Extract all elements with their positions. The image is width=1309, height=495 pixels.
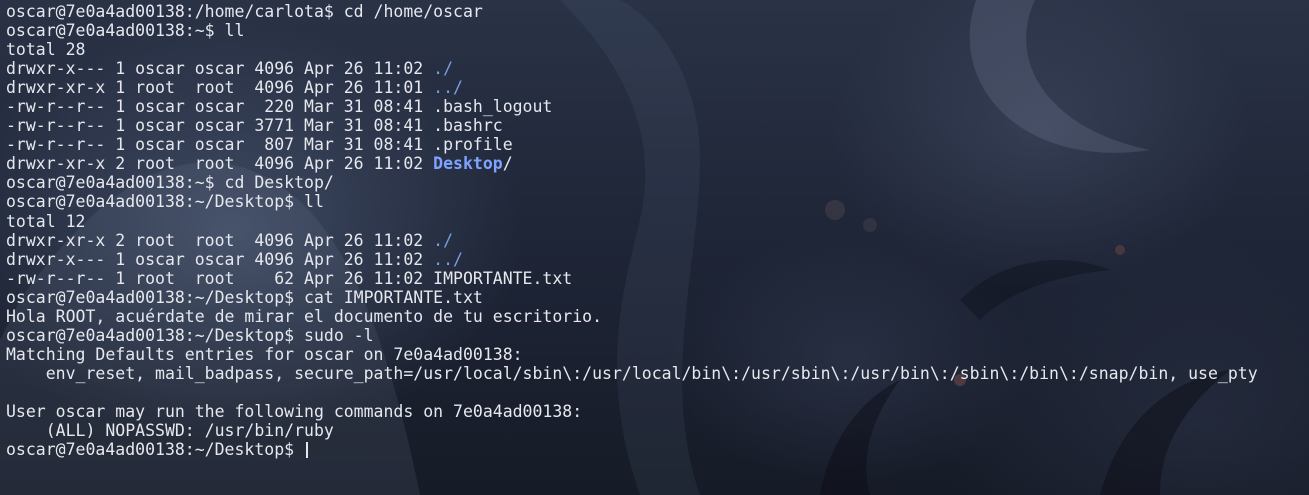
line-text: total 28 (6, 40, 86, 60)
line-text: -rw-r--r-- 1 oscar oscar 3771 Mar 31 08:… (6, 116, 503, 136)
line-text: total 12 (6, 211, 86, 231)
terminal-line: drwxr-xr-x 2 root root 4096 Apr 26 11:02… (6, 231, 1258, 250)
terminal-line: total 28 (6, 40, 1258, 59)
terminal-line: oscar@7e0a4ad00138:~$ cd Desktop/ (6, 173, 1258, 192)
terminal-line: (ALL) NOPASSWD: /usr/bin/ruby (6, 421, 1258, 440)
terminal-line: drwxr-xr-x 1 root root 4096 Apr 26 11:01… (6, 78, 1258, 97)
line-text: oscar@7e0a4ad00138:~$ ll (6, 21, 245, 41)
directory-name: ./ (433, 59, 454, 79)
prompt-line[interactable]: oscar@7e0a4ad00138:~/Desktop$ (6, 440, 1258, 459)
line-text: drwxr-xr-x 2 root root 4096 Apr 26 11:02 (6, 230, 434, 250)
terminal-line: drwxr-x--- 1 oscar oscar 4096 Apr 26 11:… (6, 250, 1258, 269)
text-cursor (306, 442, 309, 459)
terminal-line: oscar@7e0a4ad00138:~/Desktop$ cat IMPORT… (6, 288, 1258, 307)
line-text: oscar@7e0a4ad00138:~/Desktop$ sudo -l (6, 325, 374, 345)
terminal-line: oscar@7e0a4ad00138:~/Desktop$ sudo -l (6, 326, 1258, 345)
terminal-line: oscar@7e0a4ad00138:/home/carlota$ cd /ho… (6, 2, 1258, 21)
line-text: -rw-r--r-- 1 root root 62 Apr 26 11:02 I… (6, 268, 573, 288)
directory-suffix: / (502, 154, 513, 174)
line-text: oscar@7e0a4ad00138:~/Desktop$ ll (6, 192, 324, 212)
line-text: -rw-r--r-- 1 oscar oscar 807 Mar 31 08:4… (6, 135, 513, 155)
terminal-line: drwxr-x--- 1 oscar oscar 4096 Apr 26 11:… (6, 59, 1258, 78)
terminal-line: Hola ROOT, acuérdate de mirar el documen… (6, 307, 1258, 326)
terminal-line: User oscar may run the following command… (6, 402, 1258, 421)
line-text: drwxr-x--- 1 oscar oscar 4096 Apr 26 11:… (6, 249, 434, 269)
directory-name: Desktop (433, 154, 503, 174)
line-text: env_reset, mail_badpass, secure_path=/us… (6, 363, 1258, 383)
line-text: -rw-r--r-- 1 oscar oscar 220 Mar 31 08:4… (6, 97, 553, 117)
line-text: drwxr-xr-x 1 root root 4096 Apr 26 11:01 (6, 78, 434, 98)
terminal-line: -rw-r--r-- 1 oscar oscar 3771 Mar 31 08:… (6, 116, 1258, 135)
line-text: Hola ROOT, acuérdate de mirar el documen… (6, 306, 603, 326)
line-text: Matching Defaults entries for oscar on 7… (6, 344, 523, 364)
prompt-text: oscar@7e0a4ad00138:~/Desktop$ (6, 440, 305, 460)
terminal-line: env_reset, mail_badpass, secure_path=/us… (6, 364, 1258, 383)
terminal-line: total 12 (6, 212, 1258, 231)
line-text: oscar@7e0a4ad00138:~$ cd Desktop/ (6, 173, 334, 193)
terminal-output: oscar@7e0a4ad00138:/home/carlota$ cd /ho… (6, 2, 1258, 459)
terminal-line: oscar@7e0a4ad00138:~/Desktop$ ll (6, 192, 1258, 211)
terminal-line: drwxr-xr-x 2 root root 4096 Apr 26 11:02… (6, 154, 1258, 173)
terminal-line: -rw-r--r-- 1 root root 62 Apr 26 11:02 I… (6, 269, 1258, 288)
line-text: User oscar may run the following command… (6, 401, 583, 421)
terminal-line: -rw-r--r-- 1 oscar oscar 807 Mar 31 08:4… (6, 135, 1258, 154)
directory-name: ./ (433, 230, 454, 250)
directory-name: ../ (433, 249, 463, 269)
terminal-line: -rw-r--r-- 1 oscar oscar 220 Mar 31 08:4… (6, 97, 1258, 116)
line-text: (ALL) NOPASSWD: /usr/bin/ruby (6, 421, 334, 441)
line-text: oscar@7e0a4ad00138:~/Desktop$ cat IMPORT… (6, 287, 483, 307)
terminal-line: Matching Defaults entries for oscar on 7… (6, 345, 1258, 364)
terminal-window[interactable]: oscar@7e0a4ad00138:/home/carlota$ cd /ho… (0, 0, 1309, 495)
line-text: oscar@7e0a4ad00138:/home/carlota$ cd /ho… (6, 2, 483, 21)
line-text: drwxr-xr-x 2 root root 4096 Apr 26 11:02 (6, 154, 434, 174)
terminal-line: oscar@7e0a4ad00138:~$ ll (6, 21, 1258, 40)
line-text: drwxr-x--- 1 oscar oscar 4096 Apr 26 11:… (6, 59, 434, 79)
directory-name: ../ (433, 78, 463, 98)
